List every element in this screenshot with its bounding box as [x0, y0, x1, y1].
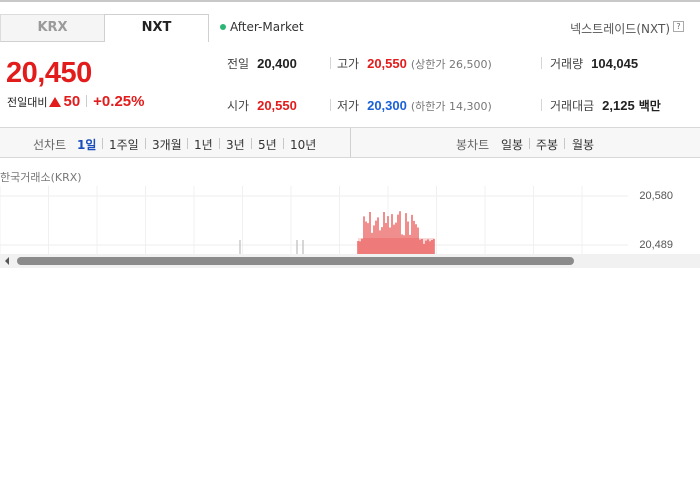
stat-value: 2,125 [602, 98, 635, 113]
divider [529, 138, 530, 149]
divider [330, 57, 331, 69]
y-tick-label: 20,489 [639, 239, 673, 251]
period-5y[interactable]: 5년 [258, 136, 277, 153]
green-dot-icon [220, 24, 226, 30]
period-1d[interactable]: 1일 [77, 136, 96, 153]
change-percent: +0.25% [93, 93, 145, 110]
stat-amount: 거래대금 2,125 백만 [550, 97, 661, 114]
stat-unit: 백만 [638, 99, 661, 113]
stat-value: 20,550 [367, 56, 407, 71]
period-10y[interactable]: 10년 [290, 136, 316, 153]
stat-label: 거래대금 [550, 99, 595, 113]
stat-label: 저가 [337, 99, 360, 113]
divider [283, 138, 284, 149]
upper-limit: (상한가 26,500) [410, 58, 492, 71]
change-label: 전일대비 [7, 96, 48, 109]
intraday-chart-svg [0, 186, 628, 254]
stock-quote-widget: KRX NXT After-Market 넥스트레이드(NXT) ? 20,45… [0, 0, 700, 490]
stat-high: 고가 20,550 (상한가 26,500) [337, 55, 492, 72]
stat-volume: 거래량 104,045 [550, 55, 638, 72]
candle-chart-title: 봉차트 [456, 138, 490, 152]
divider [187, 138, 188, 149]
stat-value: 104,045 [591, 56, 639, 71]
stat-label: 전일 [227, 57, 250, 71]
session-status: After-Market [220, 20, 304, 34]
period-monthly[interactable]: 월봉 [572, 136, 594, 153]
lower-limit: (하한가 14,300) [410, 100, 492, 113]
divider [541, 99, 542, 111]
stat-low: 저가 20,300 (하한가 14,300) [337, 97, 492, 114]
chart-toolbar: 선차트 1일 1주일 3개월 1년 3년 5년 10년 봉차트 일봉 주봉 월봉 [0, 127, 700, 158]
intraday-chart: 20,580 20,489 [0, 186, 700, 254]
stat-value: 20,400 [257, 56, 297, 71]
divider [86, 95, 88, 107]
divider [251, 138, 252, 149]
change-amount: 50 [63, 93, 81, 110]
divider [145, 138, 146, 149]
chart-scrollbar[interactable] [0, 254, 700, 268]
period-1w[interactable]: 1주일 [109, 136, 139, 153]
toolbar-divider [350, 128, 351, 157]
arrow-left-icon[interactable] [5, 257, 9, 265]
stat-open: 시가 20,550 [227, 97, 297, 114]
question-box-icon[interactable]: ? [673, 21, 684, 32]
stat-value: 20,300 [367, 98, 407, 113]
stat-label: 시가 [227, 99, 250, 113]
top-border [0, 0, 700, 2]
period-3m[interactable]: 3개월 [152, 136, 182, 153]
red-triangle-up-icon [49, 97, 62, 107]
price-change: 전일대비 50 +0.25% [7, 93, 144, 110]
divider [330, 99, 331, 111]
period-1y[interactable]: 1년 [194, 136, 213, 153]
stat-label: 고가 [337, 57, 360, 71]
period-3y[interactable]: 3년 [226, 136, 245, 153]
tab-krx[interactable]: KRX [0, 14, 105, 42]
stat-value: 20,550 [257, 98, 297, 113]
nextrade-link[interactable]: 넥스트레이드(NXT) [570, 20, 670, 37]
divider [564, 138, 565, 149]
y-tick-label: 20,580 [639, 190, 673, 202]
stat-prev-close: 전일 20,400 [227, 55, 297, 72]
period-weekly[interactable]: 주봉 [536, 136, 558, 153]
divider [219, 138, 220, 149]
line-chart-title: 선차트 [33, 138, 67, 152]
divider [541, 57, 542, 69]
stat-label: 거래량 [550, 57, 584, 71]
current-price: 20,450 [6, 57, 92, 89]
divider [102, 138, 103, 149]
scrollbar-thumb[interactable] [17, 257, 574, 265]
market-tabs: KRX NXT [0, 14, 210, 42]
period-daily[interactable]: 일봉 [501, 136, 523, 153]
tab-nxt[interactable]: NXT [104, 14, 209, 42]
exchange-label: 한국거래소(KRX) [0, 171, 82, 184]
session-status-label: After-Market [230, 20, 304, 34]
